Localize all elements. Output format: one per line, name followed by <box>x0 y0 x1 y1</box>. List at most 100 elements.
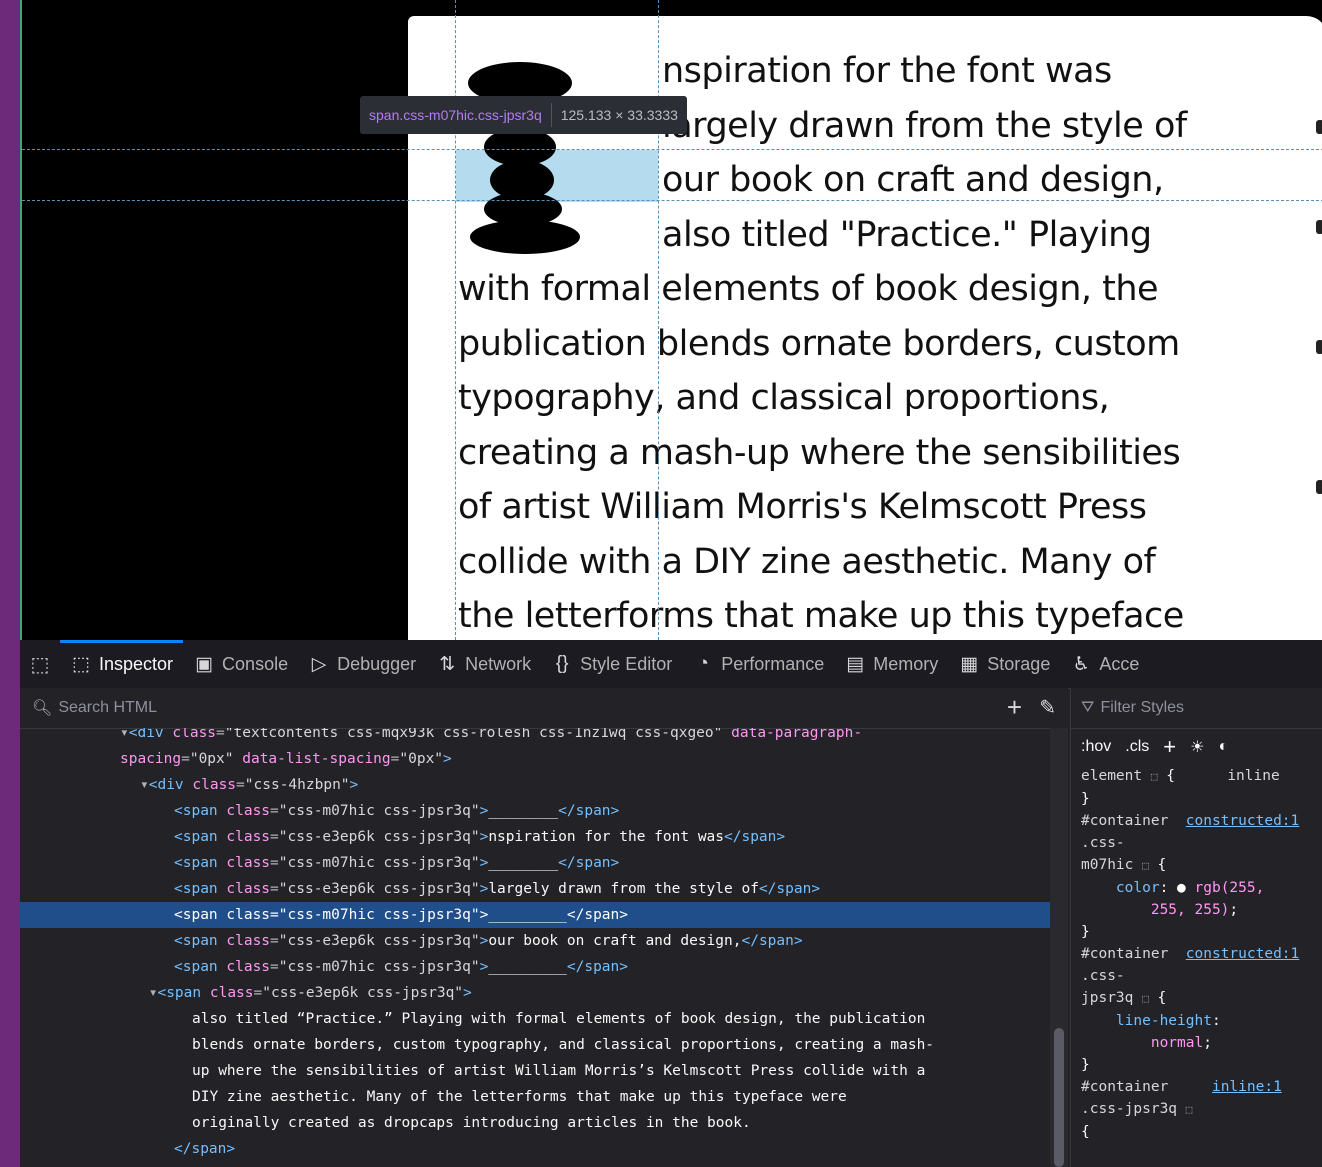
markup-node[interactable]: <span class="css-e3ep6k css-jpsr3q">our … <box>20 928 1050 954</box>
markup-node[interactable]: <span class="css-e3ep6k css-jpsr3q">larg… <box>20 876 1050 902</box>
eyedropper-icon[interactable]: ✎ <box>1039 695 1056 720</box>
tab-storage[interactable]: ▦ Storage <box>948 640 1060 688</box>
markup-node[interactable]: ▾<span class="css-e3ep6k css-jpsr3q"> <box>20 980 1050 1006</box>
markup-node[interactable]: spacing="0px" data-list-spacing="0px"> <box>20 746 1050 772</box>
markup-panel: 🔍︎ + ✎ ▾<div class="textcontents css-mqx… <box>20 688 1068 1167</box>
rule-line: line-height: <box>1115 1013 1221 1029</box>
tab-memory[interactable]: ▤ Memory <box>834 640 948 688</box>
tab-label: Inspector <box>99 653 174 674</box>
accessibility-icon: ♿︎ <box>1072 653 1090 675</box>
search-icon: 🔍︎ <box>32 700 53 717</box>
rule-line: element ⬚ { inline <box>1081 768 1280 784</box>
tab-label: Storage <box>987 653 1051 674</box>
scrollbar-thumb[interactable] <box>1054 1028 1064 1167</box>
storage-icon: ▦ <box>960 653 979 675</box>
rule-line: } <box>1081 791 1090 807</box>
memory-icon: ▤ <box>846 653 865 675</box>
rule-line: } <box>1081 1057 1090 1073</box>
tab-label: Performance <box>721 653 825 674</box>
search-html-input[interactable] <box>52 698 841 718</box>
paragraph-line: collide with a DIY zine aesthetic. Many … <box>458 541 1156 582</box>
tab-inspector[interactable]: ⬚ Inspector <box>60 640 184 688</box>
performance-icon: ◔ <box>697 653 709 674</box>
markup-node[interactable]: ▾<div class="textcontents css-mqx93k css… <box>20 728 1050 746</box>
markup-node[interactable]: DIY zine aesthetic. Many of the letterfo… <box>20 1084 1050 1110</box>
cls-toggle[interactable]: .cls <box>1125 738 1149 756</box>
markup-node[interactable]: <span class="css-m07hic css-jpsr3q">____… <box>20 954 1050 980</box>
filter-styles-placeholder[interactable]: Filter Styles <box>1100 699 1184 717</box>
markup-tree[interactable]: ▾<div class="textcontents css-mqx93k css… <box>20 728 1050 1167</box>
markup-node[interactable]: </span> <box>20 1136 1050 1162</box>
rule-line: jpsr3q ⬚ { <box>1081 990 1167 1006</box>
filter-styles-bar[interactable]: ⛛ Filter Styles <box>1071 688 1322 729</box>
paragraph-line: the letterforms that make up this typefa… <box>458 596 1184 636</box>
rules-list: element ⬚ { inline} #container constructe… <box>1071 765 1322 1143</box>
tab-label: Acce <box>1099 653 1140 674</box>
hov-toggle[interactable]: :hov <box>1081 738 1111 756</box>
devtools-panel: ⬚ ⬚ Inspector ▣ Console ▷ Debugger ⇅ Network {} S… <box>20 640 1322 1167</box>
selected-markup-node[interactable]: <span class="css-m07hic css-jpsr3q">____… <box>20 902 1050 928</box>
rule-line: #container constructed:1 <box>1081 813 1300 829</box>
html-search-bar: 🔍︎ + ✎ <box>20 688 1068 729</box>
paragraph-line: with formal elements of book design, the <box>458 269 1159 309</box>
markup-node[interactable]: <span class="css-m07hic css-jpsr3q">____… <box>20 850 1050 876</box>
filter-icon: ⛛ <box>1081 699 1095 716</box>
tab-style-editor[interactable]: {} Style Editor <box>541 640 682 688</box>
tab-label: Style Editor <box>580 653 673 674</box>
element-picker-icon[interactable]: ⬚ <box>20 640 60 688</box>
rule-line: { <box>1081 1124 1090 1140</box>
markup-node[interactable]: also titled “Practice.” Playing with for… <box>20 1006 1050 1032</box>
markup-scrollbar[interactable] <box>1050 728 1068 1167</box>
dark-theme-icon[interactable]: ◐ <box>1218 738 1228 756</box>
paragraph-line: typography, and classical proportions, <box>458 378 1110 418</box>
rule-line: .css- <box>1081 835 1125 851</box>
light-theme-icon[interactable]: ☀ <box>1190 737 1204 757</box>
inspector-tooltip: span.css-m07hic.css-jpsr3q 125.133 × 33.… <box>360 96 687 134</box>
add-node-icon[interactable]: + <box>1007 692 1022 723</box>
tab-performance[interactable]: ◔ Performance <box>682 640 834 688</box>
add-rule-icon[interactable]: + <box>1163 734 1176 760</box>
devtools-toolbar: ⬚ ⬚ Inspector ▣ Console ▷ Debugger ⇅ Network {} S… <box>20 640 1322 689</box>
tab-acce[interactable]: ♿︎ Acce <box>1060 640 1149 688</box>
rule-line: 255, 255); <box>1150 902 1239 918</box>
rule-line: normal; <box>1150 1035 1212 1051</box>
page-edge-mark <box>1316 220 1322 234</box>
page-edge-mark <box>1316 480 1322 494</box>
paragraph-line: creating a mash-up where the sensibiliti… <box>458 432 1181 473</box>
style-editor-icon: {} <box>555 653 569 674</box>
rule-line: m07hic ⬚ { <box>1081 857 1167 873</box>
markup-node[interactable]: <span class="css-m07hic css-jpsr3q">____… <box>20 798 1050 824</box>
guide-line <box>22 200 1322 201</box>
markup-node[interactable]: originally created as dropcaps introduci… <box>20 1110 1050 1136</box>
tab-console[interactable]: ▣ Console <box>183 640 298 688</box>
rules-panel: ⛛ Filter Styles :hov .cls + ☀ ◐ element … <box>1070 688 1322 1167</box>
page-viewport: nspiration for the font was largely drawn… <box>20 0 1322 640</box>
page-edge-mark <box>1316 120 1322 134</box>
rule-line: } <box>1081 924 1090 940</box>
tab-label: Console <box>222 653 289 674</box>
tab-label: Network <box>465 653 532 674</box>
rule-line: #container inline:1 <box>1081 1079 1282 1095</box>
paragraph-line: publication blends ornate borders, custo… <box>458 323 1180 364</box>
tab-label: Debugger <box>337 653 417 674</box>
paragraph-line: nspiration for the font was <box>662 51 1112 91</box>
tab-network[interactable]: ⇅ Network <box>426 640 541 688</box>
tooltip-dimensions: 125.133 × 33.3333 <box>560 107 678 123</box>
network-icon: ⇅ <box>439 653 456 675</box>
markup-node[interactable]: up where the sensibilities of artist Wil… <box>20 1058 1050 1084</box>
paragraph-line: of artist William Morris's Kelmscott Pre… <box>458 487 1147 527</box>
tab-label: Memory <box>873 653 939 674</box>
rule-line: .css- <box>1081 968 1125 984</box>
debugger-icon: ▷ <box>311 653 327 675</box>
markup-node[interactable]: blends ornate borders, custom typography… <box>20 1032 1050 1058</box>
rule-line: .css-jpsr3q ⬚ <box>1081 1101 1193 1117</box>
inspector-icon: ⬚ <box>72 653 90 675</box>
rule-line: color: ● rgb(255, <box>1115 880 1265 896</box>
guide-line <box>22 149 1322 150</box>
markup-node[interactable]: ▾<div class="css-4hzbpn"> <box>20 772 1050 798</box>
tooltip-selector: span.css-m07hic.css-jpsr3q <box>369 107 542 123</box>
markup-node[interactable]: <span class="css-e3ep6k css-jpsr3q">nspi… <box>20 824 1050 850</box>
tab-debugger[interactable]: ▷ Debugger <box>298 640 426 688</box>
markup-node[interactable]: </div> <box>20 1162 1050 1167</box>
console-icon: ▣ <box>195 653 214 675</box>
